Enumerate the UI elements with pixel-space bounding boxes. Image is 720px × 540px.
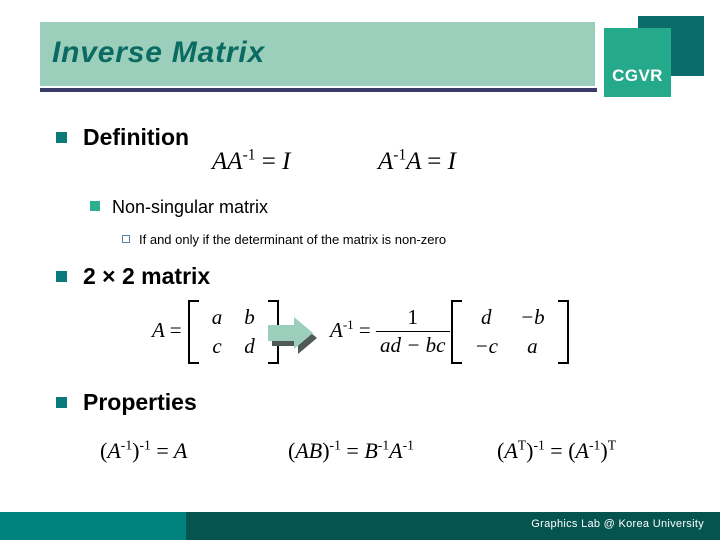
eq-exponent: -1 (329, 437, 341, 453)
eq-term: I (447, 148, 456, 175)
bullet-definition: Definition (56, 124, 189, 151)
bullet-two-by-two-label: 2 × 2 matrix (83, 263, 211, 289)
eq-operator: = (550, 438, 563, 463)
bullet-square-level1-icon (56, 271, 67, 282)
page-title: Inverse Matrix (52, 36, 265, 69)
eq-operator: = (261, 148, 276, 175)
eq-exponent: -1 (393, 146, 407, 164)
eq-exponent: -1 (342, 316, 354, 332)
matrix-cell: −b (520, 305, 545, 329)
arrow-right-icon (260, 312, 318, 356)
logo-text: CGVR (612, 66, 663, 85)
fraction-denominator: ad − bc (380, 332, 446, 357)
eq-exponent: -1 (139, 437, 151, 453)
eq-exponent: T (517, 437, 527, 453)
eq-term: A (406, 148, 422, 175)
bullet-square-level1-icon (56, 132, 67, 143)
eq-exponent: -1 (120, 437, 133, 453)
equation-ainva-equals-i: A-1A = I (378, 146, 456, 176)
bullet-square-level2-icon (90, 201, 100, 211)
matrix-cell: −c (474, 334, 499, 358)
eq-operator: = (346, 438, 359, 463)
eq-term: A (330, 317, 343, 342)
eq-term: AB (295, 438, 323, 463)
eq-term: A (152, 317, 165, 342)
eq-exponent: T (607, 437, 617, 453)
bullet-square-level3-icon (122, 235, 130, 243)
eq-exponent: -1 (589, 437, 601, 453)
bullet-properties-label: Properties (83, 389, 197, 415)
eq-exponent: -1 (242, 146, 256, 164)
bullet-square-level1-icon (56, 397, 67, 408)
fraction-one-over-determinant: 1 ad − bc (376, 305, 450, 358)
eq-exponent: -1 (402, 437, 414, 453)
equation-property-inverse-of-product: (AB)-1 = B-1A-1 (288, 438, 414, 464)
eq-exponent: -1 (377, 437, 390, 453)
eq-term: A (504, 438, 518, 463)
matrix-cell: a (211, 305, 223, 329)
eq-operator: = (358, 317, 371, 342)
bullet-non-singular-detail-label: If and only if the determinant of the ma… (139, 232, 447, 247)
bullet-properties: Properties (56, 389, 197, 416)
eq-paren: ) (600, 438, 608, 463)
matrix-cell: c (212, 334, 222, 358)
matrix-a-inverse-bracket: d −b −c a (450, 300, 569, 364)
eq-term: A (389, 438, 403, 463)
eq-term: A (575, 438, 589, 463)
eq-operator: = (169, 317, 182, 342)
matrix-cell: a (527, 334, 538, 358)
eq-term: A (212, 148, 228, 175)
footer-credit: Graphics Lab @ Korea University (531, 518, 704, 530)
fraction-numerator: 1 (376, 305, 450, 332)
eq-paren: ( (568, 438, 576, 463)
eq-term: B (364, 438, 378, 463)
title-divider (40, 88, 597, 92)
eq-term: A (107, 438, 121, 463)
eq-term: A (227, 148, 243, 175)
logo-front-square (604, 28, 671, 97)
equation-aainv-equals-i: AA-1 = I (212, 146, 291, 176)
equation-property-inverse-of-inverse: (A-1)-1 = A (100, 438, 187, 464)
eq-term: A (378, 148, 394, 175)
equation-property-inverse-of-transpose: (AT)-1 = (A-1)T (497, 438, 616, 464)
eq-term: I (282, 148, 291, 175)
eq-exponent: -1 (533, 437, 545, 453)
bullet-definition-label: Definition (83, 124, 190, 150)
bullet-non-singular-label: Non-singular matrix (112, 197, 269, 217)
bullet-non-singular: Non-singular matrix (90, 197, 268, 218)
arrow-right-svg (268, 317, 317, 354)
footer-bar-left (0, 512, 186, 540)
eq-term: A (173, 438, 188, 463)
matrix-cell: d (481, 305, 492, 329)
equation-matrix-a-inverse: A-1 = 1 ad − bc d −b −c a (330, 300, 570, 364)
eq-operator: = (156, 438, 169, 463)
bullet-two-by-two: 2 × 2 matrix (56, 263, 210, 290)
eq-paren: ) (322, 438, 330, 463)
bullet-non-singular-detail: If and only if the determinant of the ma… (122, 232, 446, 247)
eq-operator: = (427, 148, 442, 175)
